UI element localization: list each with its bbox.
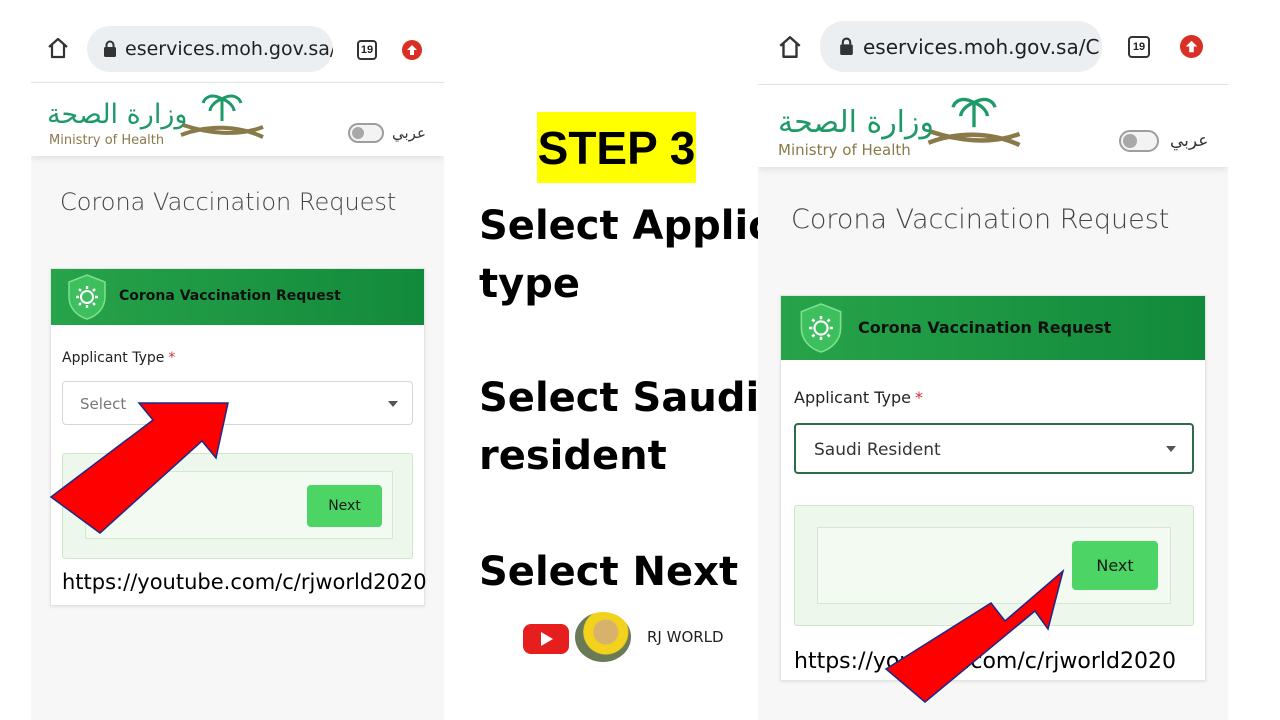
red-arrow-pointing-to-next	[884, 568, 1065, 703]
pointer-arrows-overlay	[49, 402, 1065, 703]
red-arrow-pointing-to-select	[49, 402, 229, 534]
